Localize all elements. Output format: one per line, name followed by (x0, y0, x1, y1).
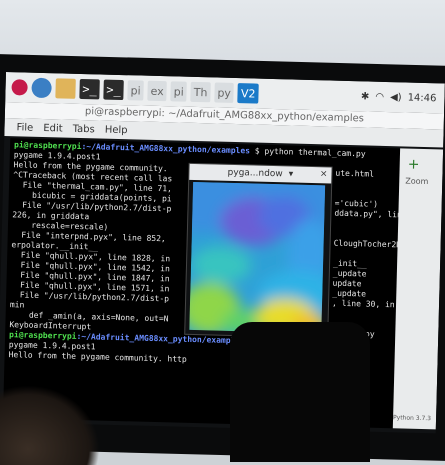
zoom-label: Zoom (405, 176, 428, 186)
wifi-icon[interactable]: ◠ (375, 91, 384, 102)
taskbar-window-2[interactable]: pi (170, 81, 187, 101)
pygame-titlebar[interactable]: pyga...ndow ▾ × (189, 164, 331, 184)
taskbar-window-3[interactable]: Th (190, 82, 210, 103)
thermal-heatmap (189, 182, 325, 333)
clock: 14:46 (407, 92, 436, 104)
close-icon[interactable]: × (320, 169, 328, 179)
chevron-down-icon[interactable]: ▾ (289, 169, 294, 179)
taskbar-window-4[interactable]: py (214, 82, 234, 103)
menu-tabs[interactable]: Tabs (73, 123, 95, 135)
side-panel: + Zoom Python 3.7.3 (393, 148, 443, 429)
terminal-text: min (10, 300, 25, 309)
file-manager-icon[interactable] (55, 78, 76, 99)
pygame-window[interactable]: pyga...ndow ▾ × (184, 163, 332, 339)
version-label: Python 3.7.3 (393, 414, 431, 422)
plus-icon[interactable]: + (408, 157, 420, 173)
taskbar-window-1[interactable]: ex (147, 81, 167, 101)
terminal-icon[interactable]: >_ (79, 79, 100, 100)
menu-file[interactable]: File (16, 122, 33, 133)
menu-help[interactable]: Help (105, 124, 128, 136)
system-tray: ✱ ◠ ◀) 14:46 (361, 91, 445, 104)
raspberry-menu-icon[interactable] (11, 79, 27, 95)
prompt-user: pi@raspberrypi (14, 140, 82, 151)
chair-back (230, 322, 370, 462)
terminal-icon-2[interactable]: >_ (103, 80, 124, 101)
bluetooth-icon[interactable]: ✱ (361, 91, 370, 102)
pygame-title: pyga...ndow (227, 168, 282, 179)
monitor-screen: >_ >_ pi ex pi Th py V2 ✱ ◠ ◀) 14:46 pi@… (0, 72, 445, 433)
vnc-icon[interactable]: V2 (238, 83, 259, 104)
person-hair (0, 385, 100, 465)
browser-icon[interactable] (31, 78, 52, 99)
taskbar-window-0[interactable]: pi (127, 80, 144, 100)
menu-edit[interactable]: Edit (43, 122, 63, 134)
volume-icon[interactable]: ◀) (390, 92, 402, 103)
prompt-user: pi@raspberrypi (9, 330, 77, 341)
